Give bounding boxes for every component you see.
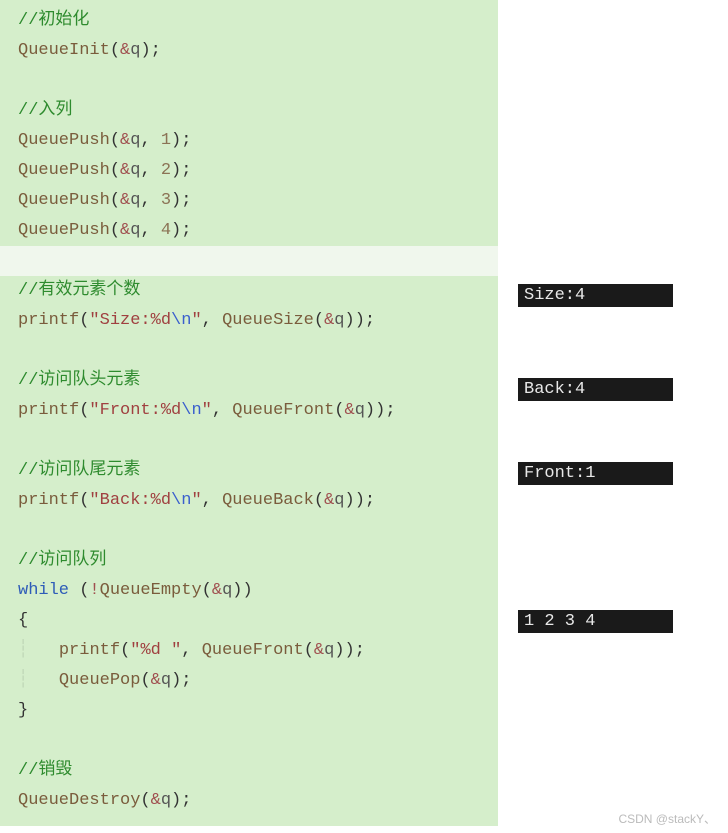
line-loop-pop: ┆ QueuePop(&q);: [18, 666, 480, 696]
comment-front: //访问队头元素: [18, 366, 480, 396]
blank-highlight: [0, 246, 498, 276]
line-open-brace: {: [18, 606, 480, 636]
comment-destroy: //销毁: [18, 756, 480, 786]
line-printf-back: printf("Back:%d\n", QueueBack(&q));: [18, 486, 480, 516]
comment-visit: //访问队列: [18, 546, 480, 576]
code-panel: //初始化 QueueInit(&q); //入列 QueuePush(&q, …: [0, 0, 498, 826]
line-printf-size: printf("Size:%d\n", QueueSize(&q));: [18, 306, 480, 336]
line-while: while (!QueueEmpty(&q)): [18, 576, 480, 606]
comment-push: //入列: [18, 96, 480, 126]
line-close-brace: }: [18, 696, 480, 726]
output-back: Back:4: [518, 378, 673, 401]
blank-line: [18, 336, 480, 366]
line-loop-printf: ┆ printf("%d ", QueueFront(&q));: [18, 636, 480, 666]
comment-size: //有效元素个数: [18, 276, 480, 306]
comment-init: //初始化: [18, 6, 480, 36]
line-push1: QueuePush(&q, 1);: [18, 126, 480, 156]
line-push4: QueuePush(&q, 4);: [18, 216, 480, 246]
watermark: CSDN @stackY、: [618, 810, 716, 827]
line-push3: QueuePush(&q, 3);: [18, 186, 480, 216]
line-queueinit: QueueInit(&q);: [18, 36, 480, 66]
comment-back: //访问队尾元素: [18, 456, 480, 486]
line-destroy: QueueDestroy(&q);: [18, 786, 480, 816]
output-front: Front:1: [518, 462, 673, 485]
output-all: 1 2 3 4: [518, 610, 673, 633]
output-size: Size:4: [518, 284, 673, 307]
blank-line: [18, 726, 480, 756]
blank-line: [18, 66, 480, 96]
blank-line: [18, 426, 480, 456]
main-container: //初始化 QueueInit(&q); //入列 QueuePush(&q, …: [0, 0, 728, 826]
line-push2: QueuePush(&q, 2);: [18, 156, 480, 186]
line-printf-front: printf("Front:%d\n", QueueFront(&q));: [18, 396, 480, 426]
blank-line: [18, 516, 480, 546]
